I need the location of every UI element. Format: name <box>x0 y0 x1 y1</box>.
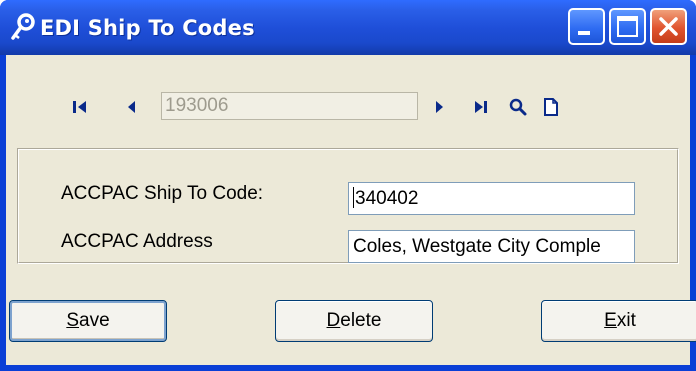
save-label: ave <box>79 310 110 331</box>
next-record-icon <box>436 101 443 113</box>
exit-button[interactable]: Exit <box>541 300 696 342</box>
text-caret <box>353 187 354 208</box>
window-title: EDI Ship To Codes <box>40 16 255 40</box>
first-record-button[interactable] <box>67 94 93 120</box>
first-record-icon <box>73 101 86 113</box>
ship-to-code-label: ACCPAC Ship To Code: <box>61 183 264 204</box>
exit-mnemonic: E <box>604 310 617 331</box>
minimize-icon <box>578 31 590 35</box>
maximize-icon <box>617 16 638 37</box>
new-record-button[interactable] <box>538 94 564 120</box>
new-document-icon <box>544 98 558 116</box>
delete-button[interactable]: Delete <box>275 300 433 342</box>
previous-record-icon <box>128 101 135 113</box>
save-mnemonic: S <box>66 310 80 331</box>
search-icon <box>509 98 527 116</box>
next-record-button[interactable] <box>426 94 452 120</box>
close-icon <box>659 17 678 36</box>
delete-label: elete <box>340 310 382 331</box>
previous-record-button[interactable] <box>119 94 145 120</box>
exit-label: xit <box>616 310 636 331</box>
maximize-button[interactable] <box>609 8 646 45</box>
client-area: 193006 ACCPAC Ship To Code: 340402 ACCPA… <box>6 55 696 365</box>
last-record-icon <box>475 101 487 113</box>
title-bar[interactable]: EDI Ship To Codes <box>0 0 696 55</box>
search-button[interactable] <box>505 94 531 120</box>
app-window: EDI Ship To Codes 193006 ACCPAC Ship To … <box>0 0 696 371</box>
delete-mnemonic: D <box>326 310 341 331</box>
last-record-button[interactable] <box>468 94 494 120</box>
address-input[interactable]: Coles, Westgate City Comple <box>348 230 635 263</box>
ship-to-code-input[interactable]: 340402 <box>348 182 635 215</box>
save-button[interactable]: Save <box>9 300 167 342</box>
ship-to-code-value: 340402 <box>355 188 419 209</box>
address-label: ACCPAC Address <box>61 231 213 252</box>
key-icon <box>10 13 36 41</box>
record-number-field[interactable]: 193006 <box>161 92 418 120</box>
close-button[interactable] <box>650 8 687 45</box>
minimize-button[interactable] <box>568 8 605 45</box>
